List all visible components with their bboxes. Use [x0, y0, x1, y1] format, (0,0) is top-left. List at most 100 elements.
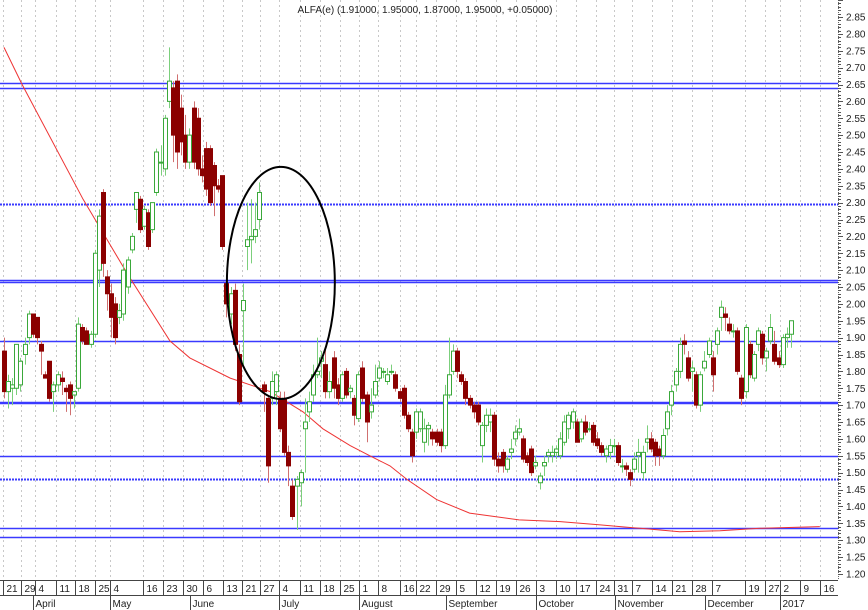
- candle-up: [18, 360, 23, 386]
- candle-down: [352, 397, 357, 416]
- y-tick-label: 2.85: [846, 13, 866, 24]
- candle-up: [665, 411, 670, 430]
- y-tick-label: 2.15: [846, 249, 866, 260]
- candle-up: [587, 428, 592, 431]
- x-tick-label: 21: [676, 584, 688, 595]
- candlestick-chart: 2.85 2.80 2.75 2.70 2.65 2.60 2.55 2.50 2.45 2.40…: [0, 0, 866, 610]
- candle-down: [595, 438, 600, 447]
- x-tick-label: 4: [39, 584, 45, 595]
- candle-down: [439, 431, 444, 447]
- candle-up: [620, 465, 625, 468]
- chart-title: ALFA(e) (1.91000, 1.95000, 1.87000, 1.95…: [298, 5, 553, 16]
- candle-down: [208, 148, 213, 204]
- y-tick-label: 2.80: [846, 29, 866, 40]
- candle-up: [513, 431, 518, 440]
- candle-up: [645, 438, 650, 443]
- x-tick-label: 21: [7, 584, 19, 595]
- y-tick-label: 1.35: [846, 519, 866, 530]
- candle-down: [2, 350, 7, 393]
- candle-down: [583, 421, 588, 433]
- candle-up: [245, 239, 250, 247]
- candle-up: [154, 151, 159, 193]
- y-tick-label: 1.95: [846, 316, 866, 327]
- x-tick-label: 27: [769, 584, 781, 595]
- y-tick-label: 2.00: [846, 299, 866, 310]
- month-label: April: [36, 599, 56, 610]
- month-label: November: [618, 599, 665, 610]
- candle-up: [451, 350, 456, 372]
- candle-up: [249, 235, 254, 241]
- candle-up: [295, 478, 300, 487]
- candle-up: [121, 269, 126, 315]
- candles: [2, 47, 794, 530]
- y-tick-label: 2.35: [846, 181, 866, 192]
- candle-down: [278, 397, 283, 430]
- x-tick-label: 3: [540, 584, 546, 595]
- y-tick-label: 2.70: [846, 63, 866, 74]
- candle-down: [68, 384, 73, 399]
- candle-down: [735, 330, 740, 372]
- candle-up: [488, 414, 493, 423]
- candle-up: [533, 462, 538, 467]
- candle-down: [398, 391, 403, 399]
- y-tick-label: 2.20: [846, 232, 866, 243]
- moving-average: [3, 47, 820, 533]
- month-label: October: [539, 599, 575, 610]
- x-tick-label: 22: [420, 584, 432, 595]
- candle-up: [163, 117, 168, 170]
- candle-down: [760, 333, 765, 359]
- candle-up: [550, 451, 555, 457]
- candle-up: [636, 451, 641, 457]
- candle-down: [286, 451, 291, 467]
- y-tick-label: 2.60: [846, 97, 866, 108]
- candle-down: [266, 397, 271, 467]
- x-tick-label: 27: [264, 584, 276, 595]
- candle-down: [393, 374, 398, 389]
- y-tick-label: 2.45: [846, 148, 866, 159]
- candle-up: [274, 374, 279, 393]
- candle-down: [365, 394, 370, 423]
- candle-down: [175, 80, 180, 153]
- month-label: August: [362, 599, 393, 610]
- candle-down: [472, 404, 477, 413]
- month-label: July: [282, 599, 300, 610]
- candle-down: [105, 276, 110, 295]
- candle-up: [167, 80, 172, 102]
- y-tick-label: 2.25: [846, 215, 866, 226]
- x-tick-label: 5: [460, 584, 466, 595]
- x-tick-label: 4: [114, 584, 120, 595]
- candle-up: [538, 475, 543, 484]
- month-label: May: [113, 599, 132, 610]
- candle-down: [196, 117, 201, 170]
- y-tick-label: 1.45: [846, 485, 866, 496]
- candle-up: [690, 367, 695, 372]
- candle-up: [356, 374, 361, 420]
- y-tick-label: 1.90: [846, 333, 866, 344]
- candle-down: [599, 445, 604, 453]
- candle-down: [727, 323, 732, 332]
- candle-up: [505, 458, 510, 470]
- y-tick-label: 1.25: [846, 553, 866, 564]
- candle-up: [785, 333, 790, 339]
- x-tick-label: 31: [618, 584, 630, 595]
- candle-up: [253, 229, 258, 237]
- candle-down: [60, 377, 65, 382]
- x-tick-label: 9: [804, 584, 810, 595]
- y-tick-label: 1.65: [846, 418, 866, 429]
- x-tick-label: 10: [560, 584, 572, 595]
- x-tick-label: 18: [79, 584, 91, 595]
- x-tick-label: 11: [304, 584, 315, 595]
- candle-up: [702, 360, 707, 369]
- candle-up: [159, 161, 164, 164]
- candle-up: [554, 448, 559, 453]
- x-tick-label: 1: [363, 584, 369, 595]
- candle-up: [6, 381, 11, 393]
- y-tick-label: 1.85: [846, 350, 866, 361]
- candle-up: [340, 374, 345, 399]
- x-tick-label: 14: [656, 584, 668, 595]
- x-axis: 21 29 4 11 18 25 4 16 23 30 6 13 21 27 4 11 18 25 1 8 16 22 29…: [0, 580, 838, 610]
- candle-up: [241, 300, 246, 312]
- candle-down: [476, 404, 481, 423]
- candle-down: [653, 441, 658, 457]
- candle-down: [616, 445, 621, 463]
